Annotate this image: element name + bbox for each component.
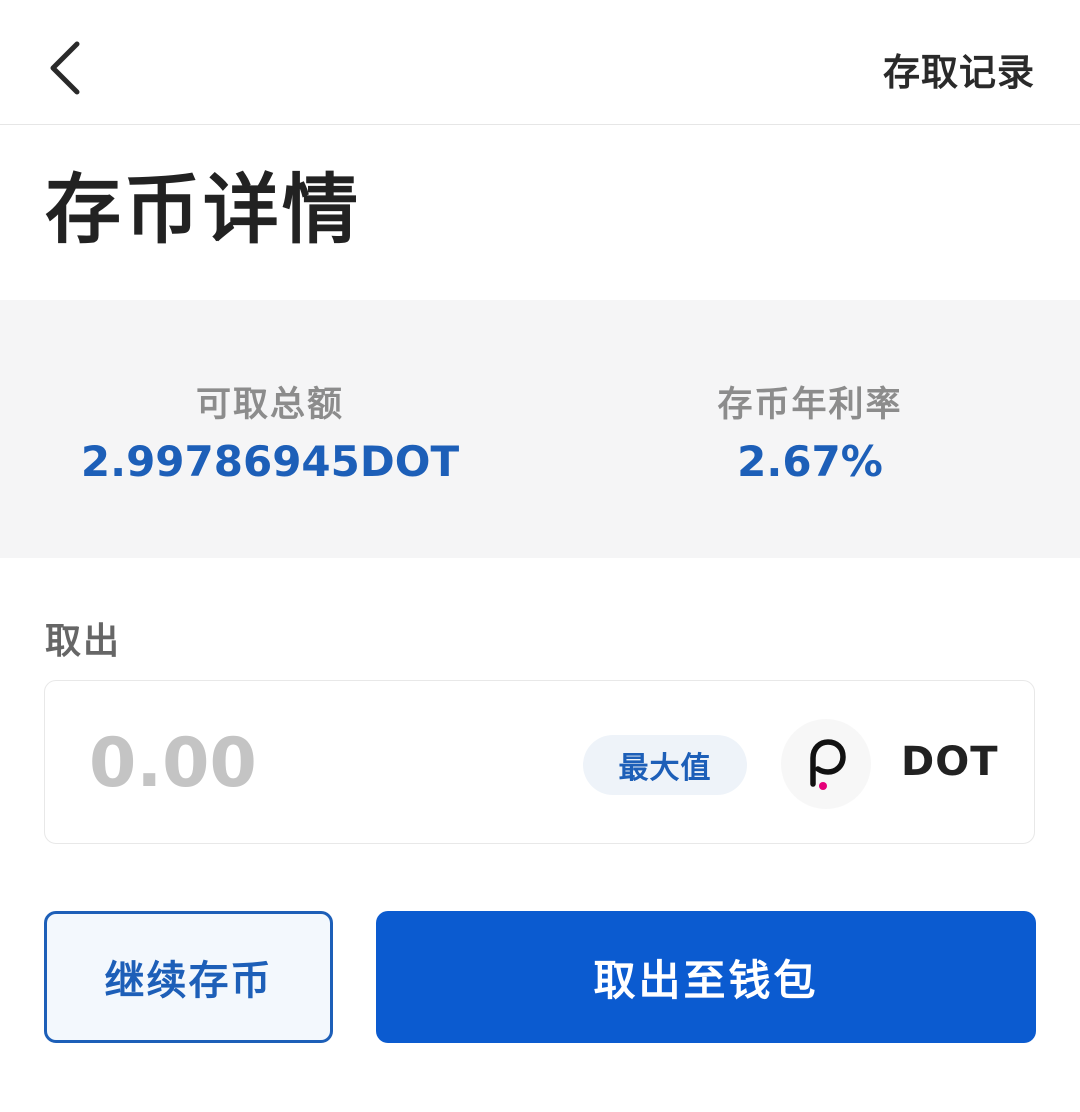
withdraw-section-label: 取出 [45,621,122,662]
summary-panel: 可取总额 2.99786945DOT 存币年利率 2.67% [0,300,1080,558]
withdraw-to-wallet-button[interactable]: 取出至钱包 [376,911,1036,1043]
top-bar: 存取记录 [0,0,1080,125]
available-amount-stat: 可取总额 2.99786945DOT [70,382,470,490]
withdraw-amount-box: 最大值 DOT [44,680,1035,844]
annual-rate-label: 存币年利率 [717,385,903,425]
deposit-records-link[interactable]: 存取记录 [883,42,1035,96]
available-amount-value: 2.99786945DOT [80,437,460,486]
available-amount-label: 可取总额 [195,385,344,425]
withdraw-amount-input[interactable] [89,721,549,805]
annual-rate-value: 2.67% [737,437,883,486]
continue-deposit-button[interactable]: 继续存币 [44,911,333,1043]
page-title: 存币详情 [45,165,361,254]
chevron-left-icon [50,41,80,95]
max-amount-button[interactable]: 最大值 [583,735,747,795]
polkadot-icon [781,719,871,809]
annual-rate-stat: 存币年利率 2.67% [610,382,1010,490]
back-button[interactable] [30,30,100,106]
token-symbol: DOT [901,739,999,785]
